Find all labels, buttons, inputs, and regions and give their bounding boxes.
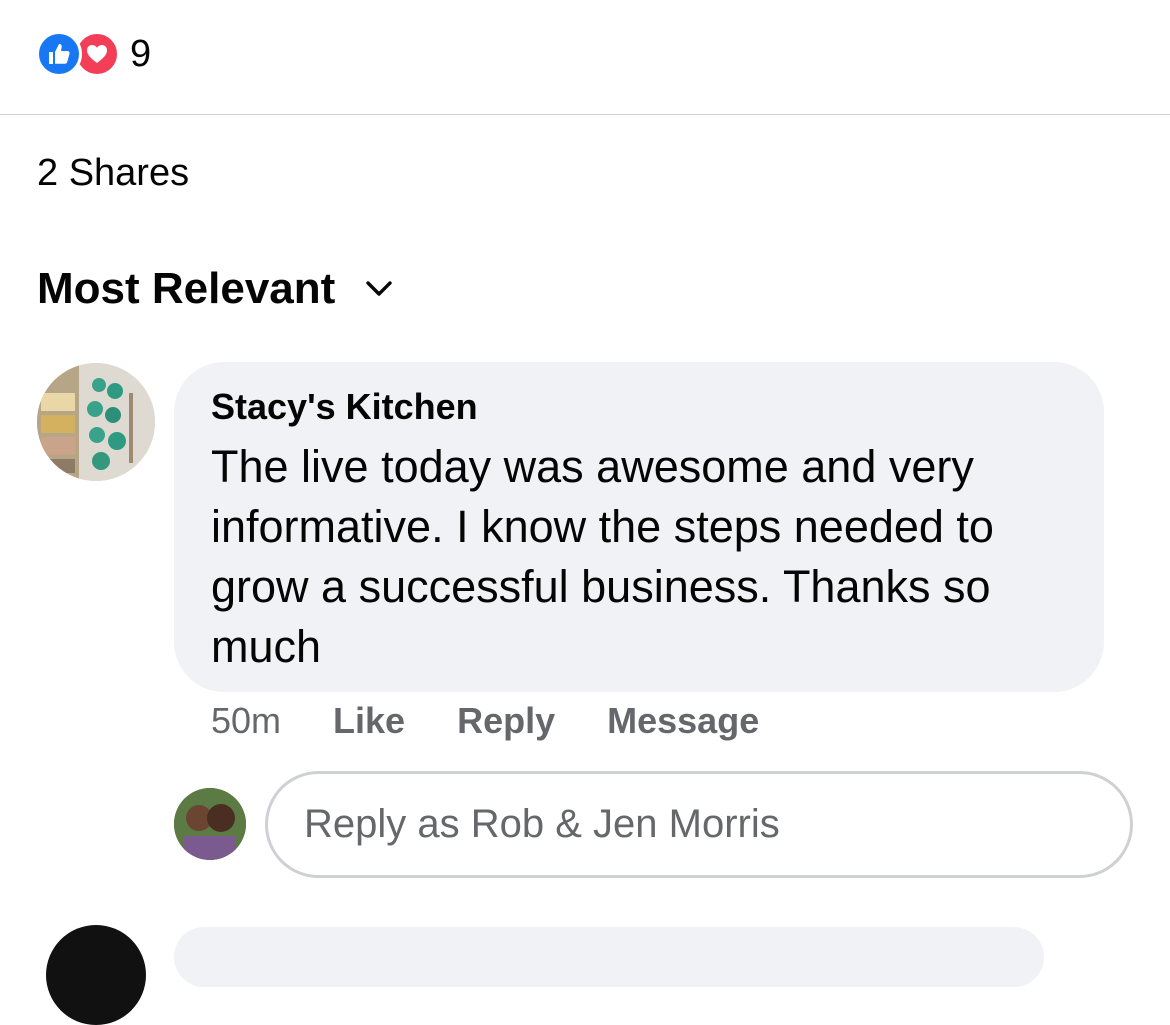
shares-count-link[interactable]: 2 Shares: [37, 152, 189, 195]
comment-timestamp[interactable]: 50m: [211, 700, 281, 742]
sort-dropdown[interactable]: Most Relevant: [37, 264, 393, 314]
reaction-count: 9: [130, 32, 152, 75]
like-button[interactable]: Like: [333, 700, 405, 742]
comment-author[interactable]: Stacy's Kitchen: [211, 386, 478, 428]
current-user-avatar: [174, 788, 246, 860]
comment-text: The live today was awesome and very info…: [211, 441, 994, 672]
reply-button[interactable]: Reply: [457, 700, 555, 742]
sort-label: Most Relevant: [37, 264, 336, 313]
next-commenter-avatar[interactable]: [46, 925, 146, 1025]
reaction-summary[interactable]: 9: [36, 30, 151, 78]
comment-actions: 50m Like Reply Message: [211, 700, 759, 742]
reply-input[interactable]: [302, 801, 1052, 848]
chevron-down-icon: [365, 279, 393, 304]
commenter-avatar[interactable]: [37, 363, 155, 481]
like-icon: [36, 31, 82, 77]
next-comment-bubble: [174, 927, 1044, 987]
reply-input-container[interactable]: [265, 771, 1133, 878]
divider: [0, 114, 1170, 115]
message-button[interactable]: Message: [607, 700, 759, 742]
